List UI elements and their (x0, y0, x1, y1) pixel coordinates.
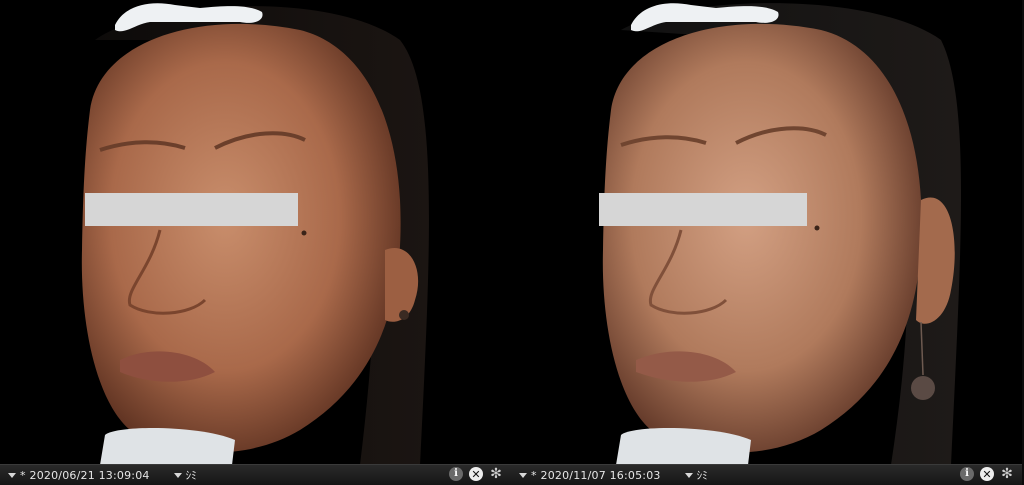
tag-label: ｼﾐ (696, 469, 708, 482)
face-photo-right[interactable] (511, 0, 1022, 465)
image-pane-left: * 2020/06/21 13:09:04 ｼﾐ i ✕ ✻ (0, 0, 511, 485)
tag-dropdown-arrow-icon (173, 472, 182, 478)
image-pane-right: * 2020/11/07 16:05:03 ｼﾐ i ✕ ✻ (511, 0, 1022, 485)
tag-dropdown-arrow-icon (684, 472, 693, 478)
face-image-right (511, 0, 1022, 465)
censor-bar-right (599, 193, 807, 226)
tag-dropdown[interactable]: ｼﾐ (173, 467, 197, 483)
face-photo-left[interactable] (0, 0, 511, 465)
star-marker: * (20, 468, 26, 482)
close-icon[interactable]: ✕ (980, 467, 994, 481)
info-icon[interactable]: i (960, 467, 974, 481)
censor-bar-left (85, 193, 298, 226)
capture-datetime[interactable]: 2020/11/07 16:05:03 (541, 469, 661, 482)
tag-dropdown[interactable]: ｼﾐ (684, 467, 708, 483)
close-icon[interactable]: ✕ (469, 467, 483, 481)
pane-actions: i ✕ ✻ (449, 467, 503, 481)
date-dropdown-arrow-icon[interactable] (519, 472, 527, 478)
comparison-viewer: * 2020/06/21 13:09:04 ｼﾐ i ✕ ✻ * 2020/11… (0, 0, 1024, 485)
status-bar-right: * 2020/11/07 16:05:03 ｼﾐ i ✕ ✻ (511, 464, 1022, 485)
star-marker: * (531, 468, 537, 482)
capture-datetime[interactable]: 2020/06/21 13:09:04 (30, 469, 150, 482)
tag-label: ｼﾐ (185, 469, 197, 482)
pane-actions: i ✕ ✻ (960, 467, 1014, 481)
gear-icon[interactable]: ✻ (1000, 467, 1014, 481)
info-icon[interactable]: i (449, 467, 463, 481)
date-dropdown-arrow-icon[interactable] (8, 472, 16, 478)
status-bar-left: * 2020/06/21 13:09:04 ｼﾐ i ✕ ✻ (0, 464, 511, 485)
gear-icon[interactable]: ✻ (489, 467, 503, 481)
face-image-left (0, 0, 511, 465)
